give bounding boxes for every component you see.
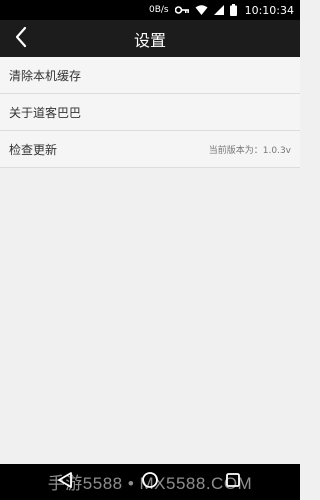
network-speed: 0B/s	[148, 5, 169, 15]
nav-recent-button[interactable]	[223, 472, 243, 492]
signal-icon	[213, 5, 224, 15]
settings-item-check-update[interactable]: 检查更新 当前版本为：1.0.3v	[0, 131, 300, 168]
settings-item-label: 检查更新	[9, 142, 58, 157]
version-text: 当前版本为：1.0.3v	[208, 145, 291, 156]
settings-item-about[interactable]: 关于道客巴巴	[0, 94, 300, 131]
settings-item-label: 清除本机缓存	[9, 68, 82, 83]
back-triangle-icon	[57, 471, 73, 493]
nav-back-button[interactable]	[55, 472, 75, 492]
system-nav-bar	[0, 464, 300, 500]
app-header: 设置	[0, 20, 300, 57]
settings-item-label: 关于道客巴巴	[9, 105, 82, 120]
clock: 10:10:34	[244, 3, 294, 17]
page-title: 设置	[133, 30, 166, 50]
wifi-icon	[195, 5, 208, 15]
home-circle-icon	[141, 471, 159, 493]
settings-list: 清除本机缓存 关于道客巴巴 检查更新 当前版本为：1.0.3v	[0, 57, 300, 168]
settings-item-clear-cache[interactable]: 清除本机缓存	[0, 57, 300, 94]
chevron-left-icon	[14, 26, 28, 52]
back-button[interactable]	[10, 26, 32, 52]
battery-icon	[229, 4, 237, 16]
key-icon	[174, 6, 189, 14]
nav-home-button[interactable]	[140, 472, 160, 492]
status-bar: 0B/s 10:10:34	[0, 0, 300, 20]
recent-square-icon	[225, 472, 241, 492]
